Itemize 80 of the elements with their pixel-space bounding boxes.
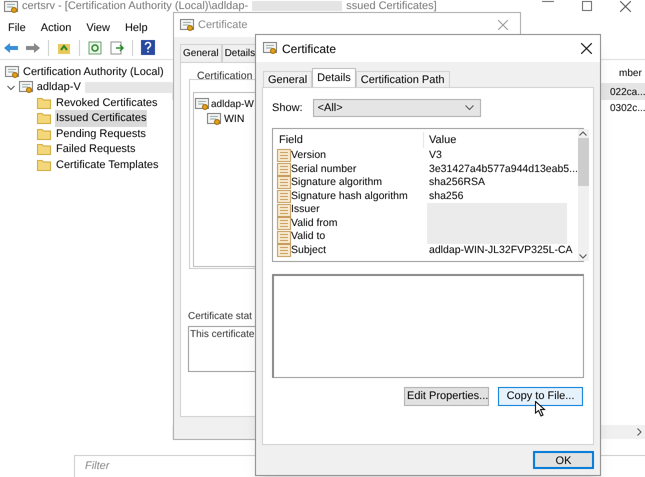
close-icon[interactable] <box>620 1 631 12</box>
ok-button[interactable]: OK <box>533 451 594 469</box>
tree-item[interactable]: Certification Authority (Local) <box>23 64 164 81</box>
expand-caret-icon[interactable] <box>7 84 15 92</box>
tree-item[interactable]: WIN <box>224 112 244 128</box>
menu-item[interactable]: Action <box>40 20 72 36</box>
window-title: ssued Certificates] <box>346 1 437 12</box>
tree-item[interactable]: Revoked Certificates <box>55 94 158 111</box>
authority-icon <box>5 66 19 79</box>
field-name[interactable]: Valid to <box>291 229 326 246</box>
tree-item[interactable]: adldap-W <box>211 96 254 112</box>
field-icon <box>277 190 291 204</box>
forward-arrow-icon[interactable] <box>26 42 40 54</box>
dialog-button[interactable]: Edit Properties... <box>404 387 489 406</box>
field-value: sha256 <box>428 188 464 204</box>
folder-icon <box>37 143 51 156</box>
column-header[interactable]: mber <box>619 66 642 81</box>
certificate-icon <box>207 113 221 126</box>
close-icon[interactable] <box>581 43 592 54</box>
field-icon <box>277 217 291 230</box>
vertical-scrollbar[interactable] <box>578 129 589 261</box>
tab[interactable]: Certification Path <box>356 71 450 88</box>
refresh-icon[interactable] <box>88 40 102 54</box>
tab[interactable]: General <box>263 71 312 88</box>
field-name[interactable]: Issuer <box>291 202 320 218</box>
group-label: Certification <box>197 69 252 84</box>
field-name[interactable]: Serial number <box>291 162 356 178</box>
scroll-up-icon[interactable] <box>579 131 588 136</box>
tree-item[interactable]: Pending Requests <box>55 126 147 142</box>
field-icon <box>277 149 291 162</box>
field-icon <box>277 204 291 217</box>
server-icon <box>18 81 33 94</box>
field-name[interactable]: Valid from <box>291 216 338 232</box>
folder-icon <box>37 112 51 124</box>
show-label: Show: <box>272 100 303 116</box>
filter-field[interactable]: Filter <box>85 458 235 475</box>
column-header[interactable]: Field <box>277 132 423 148</box>
column-header[interactable]: Value <box>423 132 456 148</box>
show-dropdown[interactable]: <All> <box>312 99 481 117</box>
tree-item[interactable]: Issued Certificates <box>55 110 148 126</box>
menu-item[interactable]: File <box>8 20 26 36</box>
folder-icon <box>37 128 51 140</box>
field-value: adldap-WIN-JL32FVP325L-CA <box>428 243 573 258</box>
folder-icon <box>37 96 51 109</box>
status-label: Certificate stat <box>188 310 252 324</box>
certificate-icon <box>263 42 277 55</box>
field-icon <box>277 244 291 258</box>
field-icon <box>277 176 291 190</box>
dialog-title: Certificate <box>282 40 336 58</box>
export-icon[interactable] <box>110 40 124 54</box>
field-icon <box>277 162 291 176</box>
scroll-thumb[interactable] <box>578 138 589 186</box>
tree-item[interactable]: Failed Requests <box>55 141 136 158</box>
tab[interactable]: General <box>180 44 222 62</box>
menu-item[interactable]: Help <box>124 20 148 36</box>
tree-item[interactable]: Certificate Templates <box>55 156 160 173</box>
scroll-down-icon[interactable] <box>579 254 588 259</box>
field-icon <box>277 230 291 244</box>
tree-item[interactable]: adldap-V <box>36 79 81 96</box>
field-name[interactable]: Subject <box>291 243 326 259</box>
field-name[interactable]: Signature hash algorithm <box>291 188 408 204</box>
field-value: 3e31427a4b577a944d13eab5... <box>428 162 578 177</box>
scroll-right-icon[interactable] <box>636 428 642 436</box>
field-value: V3 <box>428 148 442 163</box>
dialog-title: Certificate <box>198 18 248 33</box>
folder-icon <box>37 158 51 171</box>
help-icon[interactable] <box>141 40 155 55</box>
chevron-down-icon <box>464 105 474 111</box>
window-title: certsrv - [Certification Authority (Local)\adldap- <box>22 1 248 12</box>
mouse-pointer-icon <box>535 401 546 417</box>
back-arrow-icon[interactable] <box>4 42 18 54</box>
menu-item[interactable]: View <box>86 20 110 36</box>
dialog-button[interactable]: Copy to File... <box>498 387 583 406</box>
certificate-icon <box>180 18 194 32</box>
maximize-icon[interactable] <box>582 1 592 11</box>
field-value: sha256RSA <box>428 175 486 190</box>
field-name[interactable]: Version <box>291 148 326 164</box>
tab[interactable]: Details <box>312 68 356 88</box>
certificate-icon <box>195 98 209 111</box>
field-name[interactable]: Signature algorithm <box>291 175 382 191</box>
